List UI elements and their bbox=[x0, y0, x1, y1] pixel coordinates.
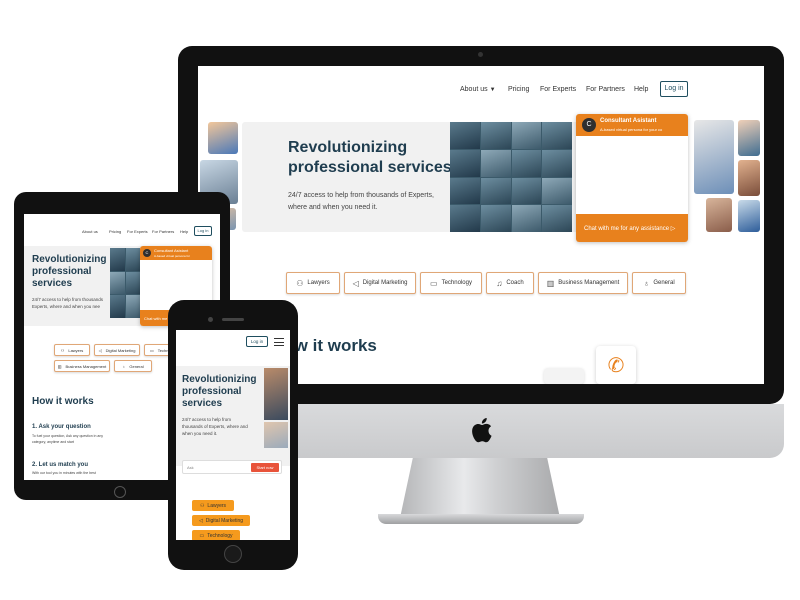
nav-help[interactable]: Help bbox=[634, 86, 648, 93]
chart-icon: ▥ bbox=[546, 278, 555, 288]
step-1-title: 1. Ask your question bbox=[32, 424, 91, 430]
nav-experts[interactable]: For Experts bbox=[127, 229, 148, 234]
phone-screen: Log in Revolutionizing professional serv… bbox=[176, 330, 290, 540]
contact-card bbox=[544, 368, 584, 384]
chat-subtitle: A-based virtual persona for bbox=[154, 254, 191, 258]
step-2-title: 2. Let us match you bbox=[32, 462, 89, 468]
phone-camera bbox=[208, 317, 213, 322]
desktop-stand bbox=[400, 458, 560, 518]
lightbulb-icon: ♁ bbox=[122, 363, 126, 369]
phone-speaker bbox=[222, 318, 244, 321]
step-1-text: To fuel your question, Ask any question … bbox=[32, 434, 104, 444]
category-technology[interactable]: ▭Technology bbox=[192, 530, 240, 540]
hero-section: Revolutionizing professional services 24… bbox=[176, 366, 290, 466]
bell-icon: ♫ bbox=[496, 278, 503, 288]
nav-about[interactable]: About us ▼ bbox=[460, 86, 496, 93]
expert-photo bbox=[208, 122, 238, 154]
hero-title: Revolutionizing professional services bbox=[32, 254, 107, 289]
login-button[interactable]: Log in bbox=[246, 336, 268, 347]
step-2-text: With our tool you in minutes with the be… bbox=[32, 471, 96, 475]
category-digital-marketing[interactable]: ◁ Digital Marketing bbox=[94, 344, 140, 356]
apple-logo-icon bbox=[472, 418, 492, 443]
category-lawyers[interactable]: ⚇ Lawyers bbox=[286, 272, 340, 294]
category-business-management[interactable]: ▥ Business Management bbox=[54, 360, 110, 372]
start-now-button[interactable]: Start now bbox=[251, 463, 279, 472]
megaphone-icon: ◁ bbox=[198, 517, 203, 524]
desktop-stand-foot bbox=[378, 514, 584, 524]
megaphone-icon: ◁ bbox=[98, 347, 102, 353]
category-lawyers[interactable]: ⚇ Lawyers bbox=[192, 500, 234, 511]
nav-pricing[interactable]: Pricing bbox=[109, 229, 121, 234]
hamburger-menu-icon[interactable] bbox=[274, 338, 284, 346]
category-business-management[interactable]: ▥ Business Management bbox=[538, 272, 628, 294]
chat-widget[interactable]: C Consultant Asistant A-based virtual pe… bbox=[576, 114, 688, 242]
login-button[interactable]: Log in bbox=[194, 226, 212, 236]
chart-icon: ▥ bbox=[57, 363, 62, 369]
hero-title: Revolutionizing professional services bbox=[182, 374, 257, 409]
category-digital-marketing[interactable]: ◁ Digital Marketing bbox=[192, 515, 250, 526]
chat-cta-button[interactable]: Chat with me for any assistance ▷ bbox=[576, 214, 688, 242]
nav-help[interactable]: Help bbox=[180, 229, 188, 234]
phone-call-icon[interactable]: ✆ bbox=[596, 346, 636, 384]
megaphone-icon: ◁ bbox=[352, 278, 359, 288]
chevron-down-icon: ▼ bbox=[489, 87, 496, 93]
nav-partners[interactable]: For Partners bbox=[586, 86, 625, 93]
expert-photo bbox=[738, 160, 760, 196]
hero-subtitle: 24/7 access to help from thousands Exper… bbox=[32, 297, 104, 309]
category-general[interactable]: ♁ General bbox=[632, 272, 686, 294]
nav-partners[interactable]: For Partners bbox=[152, 229, 174, 234]
hero-subtitle: 24/7 access to help from thousands of Ex… bbox=[182, 417, 248, 436]
category-lawyers[interactable]: ⚇ Lawyers bbox=[54, 344, 90, 356]
nav-pricing[interactable]: Pricing bbox=[508, 86, 529, 93]
question-input[interactable]: Ask Start now bbox=[182, 460, 282, 474]
chat-header: C Consultant Asistant A-based virtual pe… bbox=[576, 114, 688, 136]
tablet-home-button bbox=[114, 486, 126, 498]
chat-header: C Consultant Asistant A-based virtual pe… bbox=[140, 246, 212, 260]
monitor-icon: ▭ bbox=[430, 278, 438, 288]
expert-photo bbox=[694, 120, 734, 194]
category-coach[interactable]: ♫ Coach bbox=[486, 272, 534, 294]
expert-photo bbox=[738, 120, 760, 156]
person-icon: ⚇ bbox=[60, 347, 65, 353]
phone-home-button bbox=[224, 545, 242, 563]
expert-photo bbox=[738, 200, 760, 232]
experts-collage bbox=[110, 248, 140, 318]
expert-photo bbox=[264, 368, 288, 420]
monitor-icon: ▭ bbox=[149, 347, 154, 353]
person-icon: ⚇ bbox=[296, 278, 304, 288]
category-technology[interactable]: ▭Technology bbox=[420, 272, 482, 294]
monitor-icon: ▭ bbox=[199, 532, 205, 539]
chat-subtitle: A-based virtual persona for your co bbox=[600, 127, 663, 132]
chat-avatar: C bbox=[582, 118, 596, 132]
chat-title: Consultant Asistant bbox=[154, 248, 189, 253]
lightbulb-icon: ♁ bbox=[643, 278, 650, 288]
chat-title: Consultant Asistant bbox=[600, 118, 657, 124]
hero-subtitle: 24/7 access to help from thousands of Ex… bbox=[288, 192, 434, 211]
category-general[interactable]: ♁ General bbox=[114, 360, 152, 372]
experts-collage bbox=[450, 122, 572, 232]
hero-section: Revolutionizing professional services 24… bbox=[242, 122, 614, 232]
tablet-nav: About us Pricing For Experts For Partner… bbox=[24, 226, 220, 238]
how-it-works-title: How it works bbox=[32, 396, 94, 407]
expert-photo bbox=[264, 422, 288, 448]
hero-title: Revolutionizing professional services bbox=[288, 139, 452, 176]
expert-photo bbox=[706, 198, 732, 232]
category-digital-marketing[interactable]: ◁ Digital Marketing bbox=[344, 272, 416, 294]
camera-dot bbox=[478, 52, 483, 57]
person-icon: ⚇ bbox=[199, 502, 205, 509]
send-icon: ▷ bbox=[670, 226, 676, 232]
chat-avatar: C bbox=[143, 249, 151, 257]
desktop-nav: About us ▼ Pricing For Experts For Partn… bbox=[198, 80, 764, 102]
nav-about[interactable]: About us bbox=[82, 229, 98, 234]
nav-experts[interactable]: For Experts bbox=[540, 86, 576, 93]
login-button[interactable]: Log in bbox=[660, 81, 688, 97]
